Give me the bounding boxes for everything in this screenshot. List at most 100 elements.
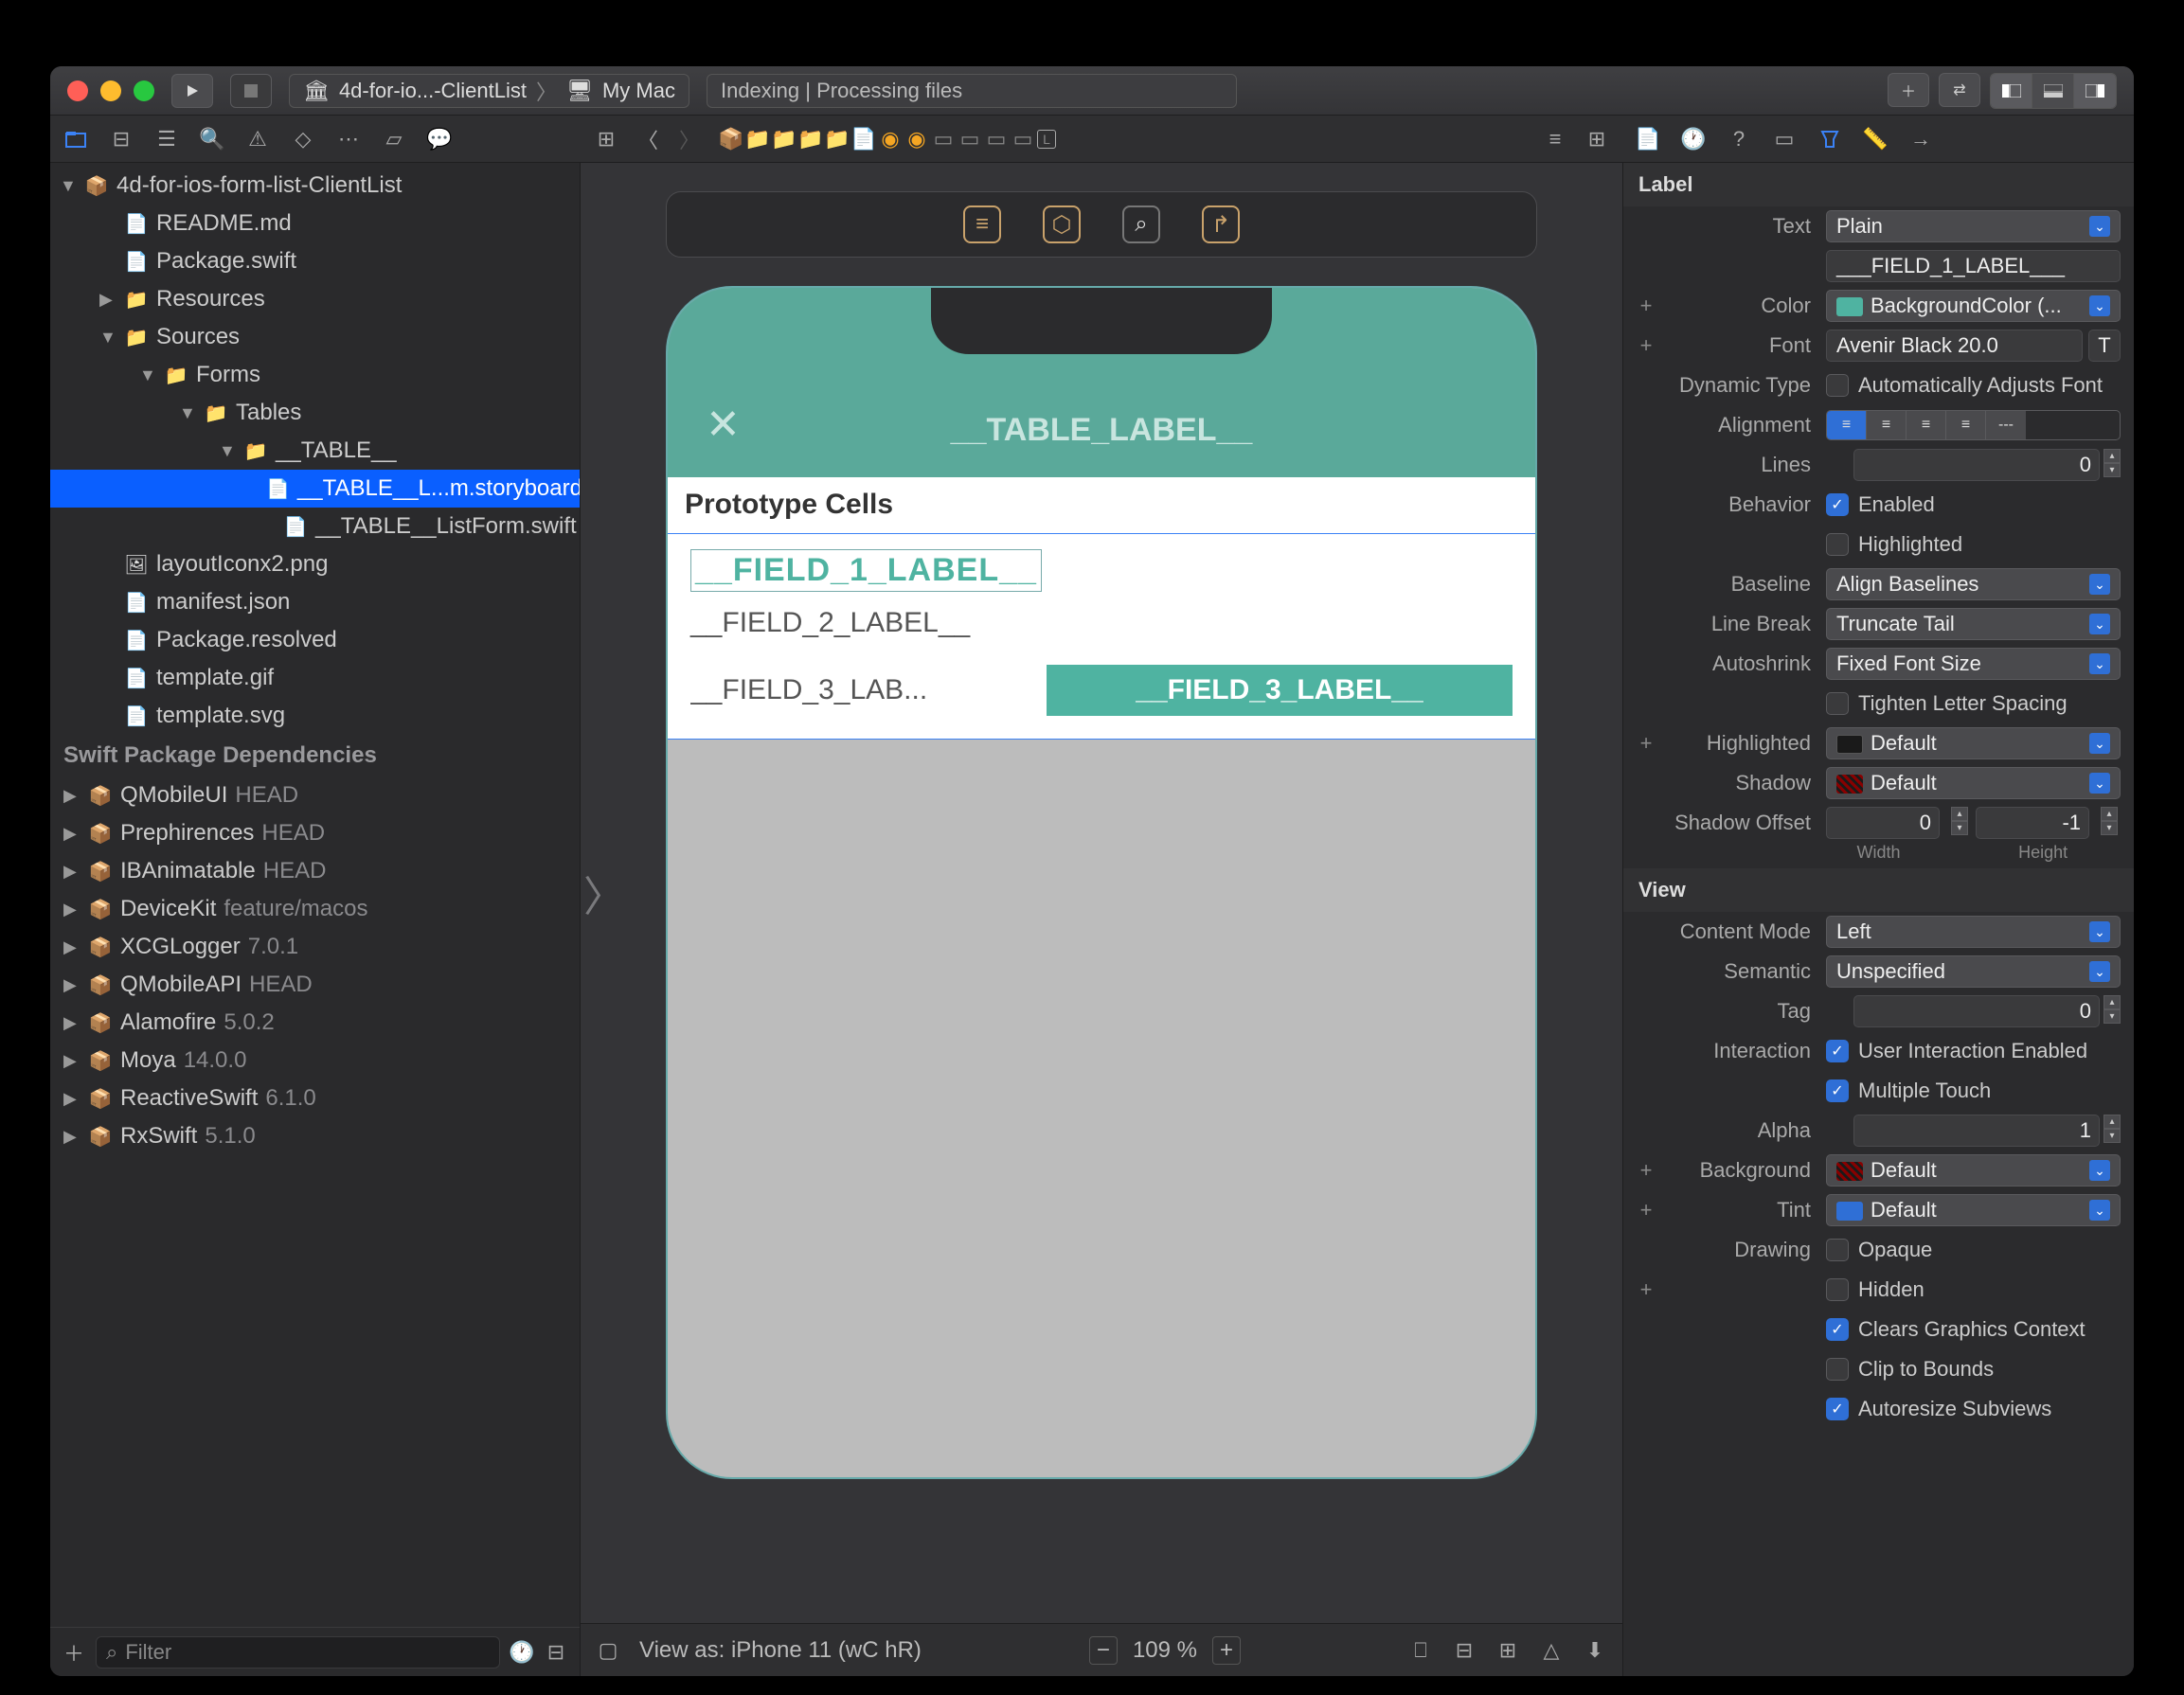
- highlighted-checkbox[interactable]: [1826, 533, 1849, 556]
- toggle-inspector-button[interactable]: [2074, 74, 2116, 108]
- run-button[interactable]: [171, 74, 213, 108]
- field-3-label-left[interactable]: __FIELD_3_LAB...: [690, 674, 1012, 706]
- tree-file[interactable]: 🖼layoutIconx2.png: [50, 545, 580, 583]
- phone-preview[interactable]: ✕ __TABLE_LABEL__ Prototype Cells __FIEL…: [666, 286, 1537, 1479]
- hidden-checkbox[interactable]: [1826, 1278, 1849, 1301]
- field-3-label-right[interactable]: __FIELD_3_LABEL__: [1047, 665, 1513, 716]
- text-mode-dropdown[interactable]: Plain⌄: [1826, 210, 2121, 242]
- enabled-checkbox[interactable]: ✓: [1826, 493, 1849, 516]
- tag-stepper[interactable]: ▴▾: [2103, 995, 2121, 1027]
- attributes-inspector-icon[interactable]: [1817, 127, 1842, 152]
- text-value-input[interactable]: ___FIELD_1_LABEL___: [1826, 250, 2121, 282]
- expand-arrow-icon[interactable]: 〉: [581, 869, 628, 917]
- alignment-segment[interactable]: ≡≡≡≡---: [1826, 410, 2121, 440]
- adjust-editor-icon[interactable]: ≡: [1543, 127, 1567, 152]
- plus-icon[interactable]: +: [1637, 731, 1656, 756]
- tree-file[interactable]: 📄Package.resolved: [50, 621, 580, 659]
- shadow-width-input[interactable]: 0: [1826, 807, 1940, 839]
- add-editor-icon[interactable]: ⊞: [1584, 127, 1609, 152]
- plus-icon[interactable]: +: [1637, 294, 1656, 318]
- interface-builder-canvas[interactable]: 〉 ≡ ⬡ ⌕ ↱ ✕ __TABLE_LABEL__: [581, 163, 1622, 1623]
- field-1-label-selected[interactable]: __FIELD_1_LABEL__: [690, 549, 1042, 592]
- prototype-cell[interactable]: __FIELD_1_LABEL__ __FIELD_2_LABEL__ __FI…: [668, 534, 1535, 739]
- dependency-row[interactable]: ▶📦DeviceKit feature/macos: [50, 890, 580, 928]
- shadow-dropdown[interactable]: Default⌄: [1826, 767, 2121, 799]
- project-navigator-icon[interactable]: [63, 127, 88, 152]
- size-inspector-icon[interactable]: 📏: [1863, 127, 1888, 152]
- jump-path[interactable]: 📦 📁 📁 📁 📁 📄 ◉ ◉ ▭ ▭ ▭ ▭ L: [719, 127, 1056, 152]
- shadow-w-stepper[interactable]: ▴▾: [1951, 807, 1968, 839]
- tag-input[interactable]: 0: [1853, 995, 2100, 1027]
- plus-icon[interactable]: +: [1637, 1277, 1656, 1302]
- dynamic-type-checkbox[interactable]: [1826, 374, 1849, 397]
- clip-checkbox[interactable]: [1826, 1358, 1849, 1381]
- resolve-icon[interactable]: △: [1539, 1638, 1564, 1663]
- clears-checkbox[interactable]: ✓: [1826, 1318, 1849, 1341]
- report-navigator-icon[interactable]: 💬: [427, 127, 452, 152]
- clock-icon[interactable]: 🕐: [510, 1640, 534, 1665]
- file-inspector-icon[interactable]: 📄: [1636, 127, 1660, 152]
- pin-icon[interactable]: ⊞: [1495, 1638, 1520, 1663]
- code-review-button[interactable]: ⇄: [1939, 73, 1980, 107]
- history-inspector-icon[interactable]: 🕐: [1681, 127, 1706, 152]
- dependency-row[interactable]: ▶📦Alamofire 5.0.2: [50, 1004, 580, 1042]
- toggle-navigator-button[interactable]: [1991, 74, 2032, 108]
- plus-icon[interactable]: +: [1637, 333, 1656, 358]
- tree-file[interactable]: 📄__TABLE__ListForm.swift: [50, 508, 580, 545]
- back-icon[interactable]: 〈: [636, 127, 660, 152]
- color-dropdown[interactable]: BackgroundColor (...⌄: [1826, 290, 2121, 322]
- zoom-value[interactable]: 109 %: [1133, 1637, 1197, 1664]
- outline-icon[interactable]: ≡: [963, 205, 1001, 243]
- forward-icon[interactable]: 〉: [677, 127, 702, 152]
- tree-file[interactable]: 📄template.gif: [50, 659, 580, 697]
- alpha-stepper[interactable]: ▴▾: [2103, 1115, 2121, 1147]
- dependency-row[interactable]: ▶📦Moya 14.0.0: [50, 1042, 580, 1079]
- find-navigator-icon[interactable]: 🔍: [200, 127, 224, 152]
- toggle-debug-button[interactable]: [2032, 74, 2074, 108]
- identity-inspector-icon[interactable]: ▭: [1772, 127, 1797, 152]
- dependency-row[interactable]: ▶📦QMobileUI HEAD: [50, 776, 580, 814]
- zoom-window-button[interactable]: [134, 80, 154, 101]
- dependency-row[interactable]: ▶📦Prephirences HEAD: [50, 814, 580, 852]
- object-icon[interactable]: ⬡: [1043, 205, 1081, 243]
- baseline-dropdown[interactable]: Align Baselines⌄: [1826, 568, 2121, 600]
- tree-file[interactable]: 📄manifest.json: [50, 583, 580, 621]
- content-mode-dropdown[interactable]: Left⌄: [1826, 916, 2121, 948]
- align-icon[interactable]: ⊟: [1452, 1638, 1477, 1663]
- plus-icon[interactable]: +: [1637, 1198, 1656, 1222]
- filter-input[interactable]: ⌕ Filter: [96, 1636, 500, 1668]
- font-field[interactable]: Avenir Black 20.0: [1826, 330, 2083, 362]
- tint-dropdown[interactable]: Default⌄: [1826, 1194, 2121, 1226]
- tree-folder[interactable]: ▼📁Forms: [50, 356, 580, 394]
- tree-folder[interactable]: ▶📁Resources: [50, 280, 580, 318]
- scm-icon[interactable]: ⊟: [544, 1640, 568, 1665]
- exit-icon[interactable]: ↱: [1202, 205, 1240, 243]
- autoshrink-dropdown[interactable]: Fixed Font Size⌄: [1826, 648, 2121, 680]
- stop-button[interactable]: [230, 74, 272, 108]
- dependency-row[interactable]: ▶📦ReactiveSwift 6.1.0: [50, 1079, 580, 1117]
- tree-file-selected[interactable]: 📄__TABLE__L...m.storyboard: [50, 470, 580, 508]
- user-interaction-checkbox[interactable]: ✓: [1826, 1040, 1849, 1062]
- symbol-navigator-icon[interactable]: ☰: [154, 127, 179, 152]
- lines-input[interactable]: 0: [1853, 449, 2100, 481]
- opaque-checkbox[interactable]: [1826, 1239, 1849, 1261]
- zoom-out-button[interactable]: −: [1089, 1636, 1118, 1665]
- tree-file[interactable]: 📄template.svg: [50, 697, 580, 735]
- multiple-touch-checkbox[interactable]: ✓: [1826, 1079, 1849, 1102]
- tree-file[interactable]: 📄README.md: [50, 205, 580, 242]
- view-as-label[interactable]: View as: iPhone 11 (wC hR): [639, 1637, 922, 1664]
- tree-root[interactable]: ▼📦4d-for-ios-form-list-ClientList: [50, 167, 580, 205]
- search-icon[interactable]: ⌕: [1122, 205, 1160, 243]
- close-window-button[interactable]: [67, 80, 88, 101]
- breakpoint-navigator-icon[interactable]: ▱: [382, 127, 406, 152]
- download-icon[interactable]: ⬇: [1583, 1638, 1607, 1663]
- dependency-row[interactable]: ▶📦XCGLogger 7.0.1: [50, 928, 580, 966]
- linebreak-dropdown[interactable]: Truncate Tail⌄: [1826, 608, 2121, 640]
- shadow-height-input[interactable]: -1: [1976, 807, 2089, 839]
- background-dropdown[interactable]: Default⌄: [1826, 1154, 2121, 1186]
- add-icon[interactable]: ＋: [62, 1640, 86, 1665]
- font-picker-button[interactable]: T: [2088, 330, 2121, 362]
- scheme-selector[interactable]: 🏛 4d-for-io...-ClientList 〉 🖥 My Mac: [289, 74, 689, 108]
- dependency-row[interactable]: ▶📦RxSwift 5.1.0: [50, 1117, 580, 1155]
- connections-inspector-icon[interactable]: →: [1908, 127, 1933, 152]
